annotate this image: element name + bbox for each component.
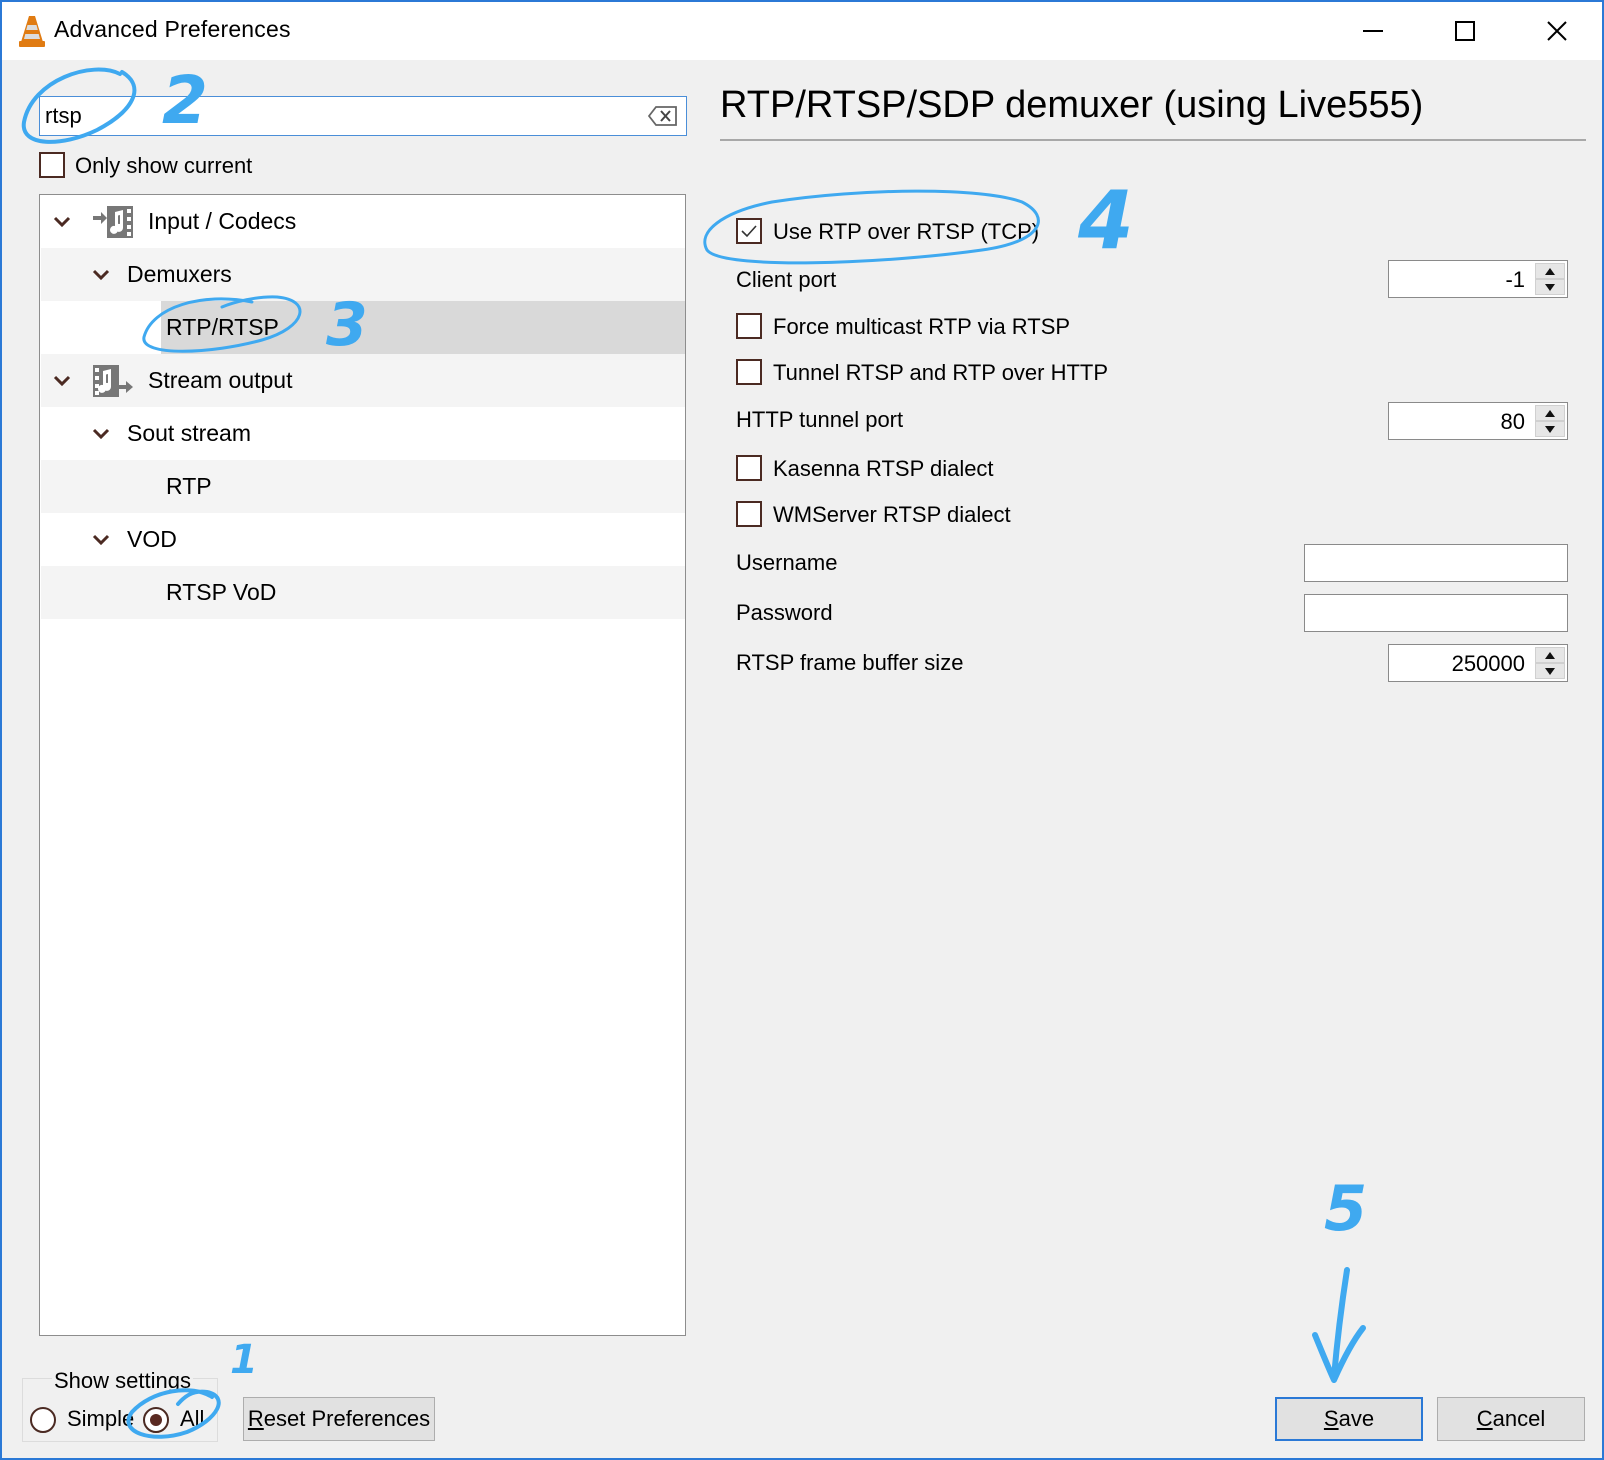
cancel-button[interactable]: Cancel xyxy=(1437,1397,1585,1441)
frame-buffer-spinbox[interactable] xyxy=(1388,644,1568,682)
increment-button[interactable] xyxy=(1535,647,1565,663)
tree-item-label: Demuxers xyxy=(127,261,232,287)
tunnel-http-checkbox[interactable] xyxy=(736,359,762,385)
save-button[interactable]: Save xyxy=(1275,1397,1423,1441)
decrement-button[interactable] xyxy=(1535,421,1565,437)
window-title: Advanced Preferences xyxy=(54,16,291,42)
reset-preferences-button[interactable]: Reset Preferences xyxy=(243,1397,435,1441)
reset-label: eset Preferences xyxy=(263,1406,431,1431)
tree-item-label: RTSP VoD xyxy=(166,579,277,605)
annotation-step-1: 1 xyxy=(230,1337,258,1383)
tree-item-demuxers[interactable]: Demuxers xyxy=(41,248,685,301)
arrow-down-icon xyxy=(1545,667,1555,675)
section-title: RTP/RTSP/SDP demuxer (using Live555) xyxy=(720,84,1424,126)
force-multicast-label: Force multicast RTP via RTSP xyxy=(773,314,1071,339)
tree-item-rtp-rtsp[interactable]: RTP/RTSP xyxy=(41,301,685,354)
radio-selected-dot xyxy=(150,1414,162,1426)
save-mnemonic: S xyxy=(1323,1406,1339,1431)
advanced-preferences-window: Advanced Preferences Only show current xyxy=(0,0,1604,1460)
tree-item-rtp[interactable]: RTP xyxy=(41,460,685,513)
arrow-down-icon xyxy=(1545,425,1555,433)
client-port-label: Client port xyxy=(736,267,837,292)
client-port-spinbox[interactable] xyxy=(1388,260,1568,298)
only-show-current-label: Only show current xyxy=(75,153,253,178)
decrement-button[interactable] xyxy=(1535,279,1565,295)
tree-item-label: Stream output xyxy=(148,367,293,393)
cancel-label: ancel xyxy=(1492,1406,1546,1431)
maximize-button[interactable] xyxy=(1420,2,1510,60)
tree-item-label: Input / Codecs xyxy=(148,208,297,234)
tree-item-label: Sout stream xyxy=(127,420,251,446)
arrow-down-icon xyxy=(1545,283,1555,291)
minimize-button[interactable] xyxy=(1328,2,1418,60)
kasenna-label: Kasenna RTSP dialect xyxy=(773,456,994,481)
search-input[interactable] xyxy=(45,101,625,131)
increment-button[interactable] xyxy=(1535,405,1565,421)
minimize-icon xyxy=(1363,30,1383,32)
http-tunnel-port-label: HTTP tunnel port xyxy=(736,407,904,432)
stream-output-icon xyxy=(93,365,133,397)
username-input[interactable] xyxy=(1305,545,1567,581)
show-settings-title: Show settings xyxy=(52,1368,193,1394)
arrow-up-icon xyxy=(1545,409,1555,417)
all-radio-label: All xyxy=(180,1406,205,1431)
input-codecs-icon xyxy=(93,206,133,238)
http-tunnel-port-input[interactable] xyxy=(1405,409,1525,435)
chevron-down-icon[interactable] xyxy=(90,264,112,286)
simple-radio-label: Simple xyxy=(67,1406,135,1431)
use-rtp-over-rtsp-label: Use RTP over RTSP (TCP) xyxy=(773,219,1040,244)
maximize-icon xyxy=(1455,21,1475,41)
password-input[interactable] xyxy=(1305,595,1567,631)
simple-radio[interactable] xyxy=(30,1407,56,1433)
close-icon xyxy=(1547,21,1567,41)
title-bar: Advanced Preferences xyxy=(2,2,1602,60)
save-label: ave xyxy=(1338,1406,1375,1431)
tree-item-rtsp-vod[interactable]: RTSP VoD xyxy=(41,566,685,619)
wmserver-checkbox[interactable] xyxy=(736,501,762,527)
tree-item-sout-stream[interactable]: Sout stream xyxy=(41,407,685,460)
annotation-step-4: 4 xyxy=(1078,174,1134,267)
search-field[interactable] xyxy=(39,96,687,136)
tree-item-input-codecs[interactable]: Input / Codecs xyxy=(41,195,685,248)
checkmark-icon xyxy=(741,225,757,238)
password-field[interactable] xyxy=(1304,594,1568,632)
chevron-down-icon[interactable] xyxy=(90,423,112,445)
tunnel-http-label: Tunnel RTSP and RTP over HTTP xyxy=(773,360,1109,385)
frame-buffer-label: RTSP frame buffer size xyxy=(736,650,964,675)
annotation-step-5: 5 xyxy=(1324,1172,1368,1245)
wmserver-label: WMServer RTSP dialect xyxy=(773,502,1011,527)
vlc-cone-icon xyxy=(19,16,45,47)
decrement-button[interactable] xyxy=(1535,663,1565,679)
arrow-up-icon xyxy=(1545,267,1555,275)
frame-buffer-input[interactable] xyxy=(1405,651,1525,677)
arrow-up-icon xyxy=(1545,651,1555,659)
reset-mnemonic: R xyxy=(247,1406,264,1431)
section-divider xyxy=(720,139,1586,141)
username-label: Username xyxy=(736,550,838,575)
tree-item-label: VOD xyxy=(127,526,177,552)
increment-button[interactable] xyxy=(1535,263,1565,279)
client-port-input[interactable] xyxy=(1405,267,1525,293)
http-tunnel-port-spinbox[interactable] xyxy=(1388,402,1568,440)
chevron-down-icon[interactable] xyxy=(51,370,73,392)
tree-item-label: RTP/RTSP xyxy=(166,314,279,340)
preferences-tree: Input / Codecs Demuxers RTP/RTSP Stream … xyxy=(39,194,686,1336)
all-radio[interactable] xyxy=(143,1407,169,1433)
kasenna-checkbox[interactable] xyxy=(736,455,762,481)
cancel-mnemonic: C xyxy=(1476,1406,1493,1431)
clear-search-icon[interactable] xyxy=(648,105,678,127)
tree-item-label: RTP xyxy=(166,473,212,499)
tree-item-vod[interactable]: VOD xyxy=(41,513,685,566)
chevron-down-icon[interactable] xyxy=(51,211,73,233)
tree-item-stream-output[interactable]: Stream output xyxy=(41,354,685,407)
close-button[interactable] xyxy=(1512,2,1602,60)
username-field[interactable] xyxy=(1304,544,1568,582)
annotation-arrow-save xyxy=(1312,1267,1366,1383)
use-rtp-over-rtsp-checkbox[interactable] xyxy=(736,218,762,244)
force-multicast-checkbox[interactable] xyxy=(736,313,762,339)
chevron-down-icon[interactable] xyxy=(90,529,112,551)
only-show-current-checkbox[interactable] xyxy=(39,152,65,178)
password-label: Password xyxy=(736,600,833,625)
